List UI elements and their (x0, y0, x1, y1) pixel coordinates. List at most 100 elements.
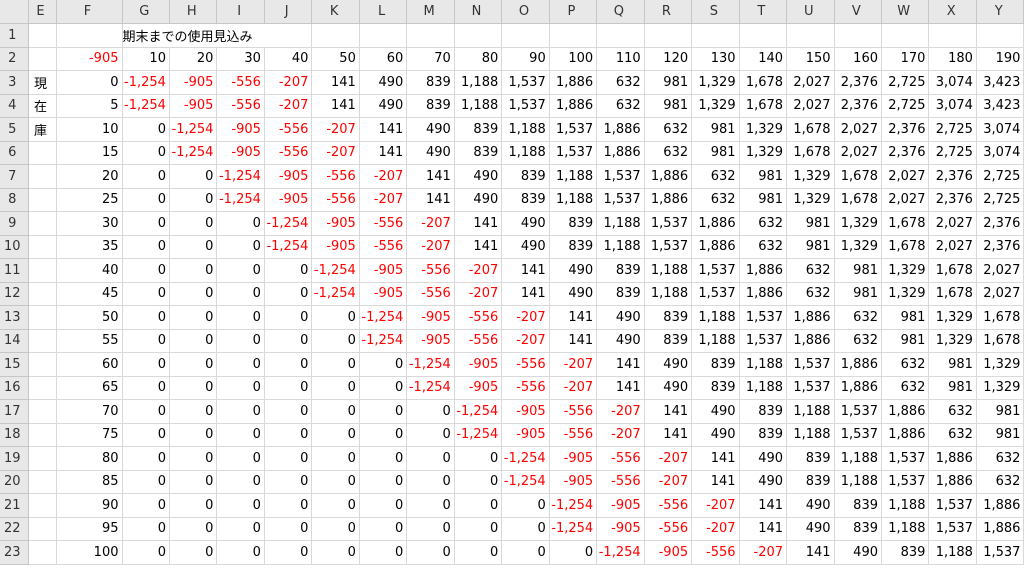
cell-n9[interactable]: 141 (453, 211, 503, 236)
cell-w11[interactable]: 1,329 (880, 258, 930, 283)
cell-o14[interactable]: -207 (501, 328, 550, 353)
column-header-r[interactable]: R (643, 0, 693, 24)
cell-u18[interactable]: 1,188 (786, 422, 835, 447)
cell-r4[interactable]: 981 (643, 93, 693, 118)
cell-x11[interactable]: 1,678 (928, 258, 977, 283)
cell-x3[interactable]: 3,074 (928, 70, 977, 95)
row-header[interactable]: 4 (0, 93, 29, 118)
cell-l16[interactable]: 0 (358, 375, 408, 400)
cell-g7[interactable]: 0 (121, 164, 170, 189)
cell-t3[interactable]: 1,678 (738, 70, 788, 95)
cell-i5[interactable]: -905 (216, 117, 265, 142)
cell-g4[interactable]: -1,254 (121, 93, 170, 118)
cell-m17[interactable]: 0 (406, 399, 455, 424)
cell-x7[interactable]: 2,376 (928, 164, 977, 189)
cell-e9[interactable] (27, 211, 57, 236)
cell-o13[interactable]: -207 (501, 305, 550, 330)
cell-g14[interactable]: 0 (121, 328, 170, 353)
cell-u1[interactable] (786, 23, 835, 48)
cell-f7[interactable]: 20 (55, 164, 123, 189)
row-header[interactable]: 12 (0, 281, 29, 306)
cell-w20[interactable]: 1,537 (880, 469, 930, 494)
cell-y4[interactable]: 3,423 (975, 93, 1024, 118)
column-header-x[interactable]: X (928, 0, 977, 24)
cell-q4[interactable]: 632 (596, 93, 645, 118)
cell-j13[interactable]: 0 (263, 305, 313, 330)
row-header[interactable]: 15 (0, 352, 29, 377)
cell-g12[interactable]: 0 (121, 281, 170, 306)
cell-v6[interactable]: 2,027 (833, 140, 883, 165)
cell-p12[interactable]: 490 (548, 281, 598, 306)
cell-w7[interactable]: 2,027 (880, 164, 930, 189)
cell-w17[interactable]: 1,886 (880, 399, 930, 424)
cell-r22[interactable]: -556 (643, 516, 693, 541)
cell-v11[interactable]: 981 (833, 258, 883, 283)
cell-v16[interactable]: 1,886 (833, 375, 883, 400)
cell-p7[interactable]: 1,188 (548, 164, 598, 189)
cell-i13[interactable]: 0 (216, 305, 265, 330)
cell-q18[interactable]: -207 (596, 422, 645, 447)
cell-y11[interactable]: 2,027 (975, 258, 1024, 283)
cell-r6[interactable]: 632 (643, 140, 693, 165)
cell-f5[interactable]: 10 (55, 117, 123, 142)
cell-o1[interactable] (501, 23, 550, 48)
cell-i2[interactable]: 30 (216, 46, 265, 71)
cell-q15[interactable]: 141 (596, 352, 645, 377)
cell-t19[interactable]: 490 (738, 446, 788, 471)
column-header-t[interactable]: T (738, 0, 788, 24)
cell-p10[interactable]: 839 (548, 234, 598, 259)
cell-w9[interactable]: 1,678 (880, 211, 930, 236)
cell-v15[interactable]: 1,886 (833, 352, 883, 377)
cell-m19[interactable]: 0 (406, 446, 455, 471)
cell-x4[interactable]: 3,074 (928, 93, 977, 118)
cell-m23[interactable]: 0 (406, 540, 455, 565)
cell-m1[interactable] (406, 23, 455, 48)
cell-q3[interactable]: 632 (596, 70, 645, 95)
cell-j21[interactable]: 0 (263, 493, 313, 518)
cell-p4[interactable]: 1,886 (548, 93, 598, 118)
row-header[interactable]: 23 (0, 540, 29, 565)
cell-q14[interactable]: 490 (596, 328, 645, 353)
cell-h7[interactable]: 0 (168, 164, 218, 189)
cell-p20[interactable]: -905 (548, 469, 598, 494)
cell-t2[interactable]: 140 (738, 46, 788, 71)
cell-k4[interactable]: 141 (311, 93, 360, 118)
cell-f21[interactable]: 90 (55, 493, 123, 518)
cell-j6[interactable]: -556 (263, 140, 313, 165)
cell-j2[interactable]: 40 (263, 46, 313, 71)
cell-k18[interactable]: 0 (311, 422, 360, 447)
column-header-y[interactable]: Y (975, 0, 1024, 24)
cell-l3[interactable]: 490 (358, 70, 408, 95)
cell-j10[interactable]: -1,254 (263, 234, 313, 259)
cell-q8[interactable]: 1,537 (596, 187, 645, 212)
cell-g3[interactable]: -1,254 (121, 70, 170, 95)
column-header-j[interactable]: J (263, 0, 313, 24)
cell-s22[interactable]: -207 (691, 516, 740, 541)
cell-u17[interactable]: 1,188 (786, 399, 835, 424)
cell-w21[interactable]: 1,188 (880, 493, 930, 518)
cell-m5[interactable]: 490 (406, 117, 455, 142)
cell-y17[interactable]: 981 (975, 399, 1024, 424)
cell-x22[interactable]: 1,537 (928, 516, 977, 541)
cell-k17[interactable]: 0 (311, 399, 360, 424)
cell-p6[interactable]: 1,537 (548, 140, 598, 165)
cell-h8[interactable]: 0 (168, 187, 218, 212)
cell-u14[interactable]: 1,886 (786, 328, 835, 353)
cell-y16[interactable]: 1,329 (975, 375, 1024, 400)
cell-y1[interactable] (975, 23, 1024, 48)
cell-o10[interactable]: 490 (501, 234, 550, 259)
cell-x6[interactable]: 2,725 (928, 140, 977, 165)
cell-m9[interactable]: -207 (406, 211, 455, 236)
cell-e6[interactable] (27, 140, 57, 165)
cell-q11[interactable]: 839 (596, 258, 645, 283)
cell-m16[interactable]: -1,254 (406, 375, 455, 400)
cell-p8[interactable]: 1,188 (548, 187, 598, 212)
cell-u13[interactable]: 1,886 (786, 305, 835, 330)
cell-o8[interactable]: 839 (501, 187, 550, 212)
cell-j5[interactable]: -556 (263, 117, 313, 142)
cell-o7[interactable]: 839 (501, 164, 550, 189)
cell-l9[interactable]: -556 (358, 211, 408, 236)
cell-o15[interactable]: -556 (501, 352, 550, 377)
cell-v12[interactable]: 981 (833, 281, 883, 306)
cell-r5[interactable]: 632 (643, 117, 693, 142)
